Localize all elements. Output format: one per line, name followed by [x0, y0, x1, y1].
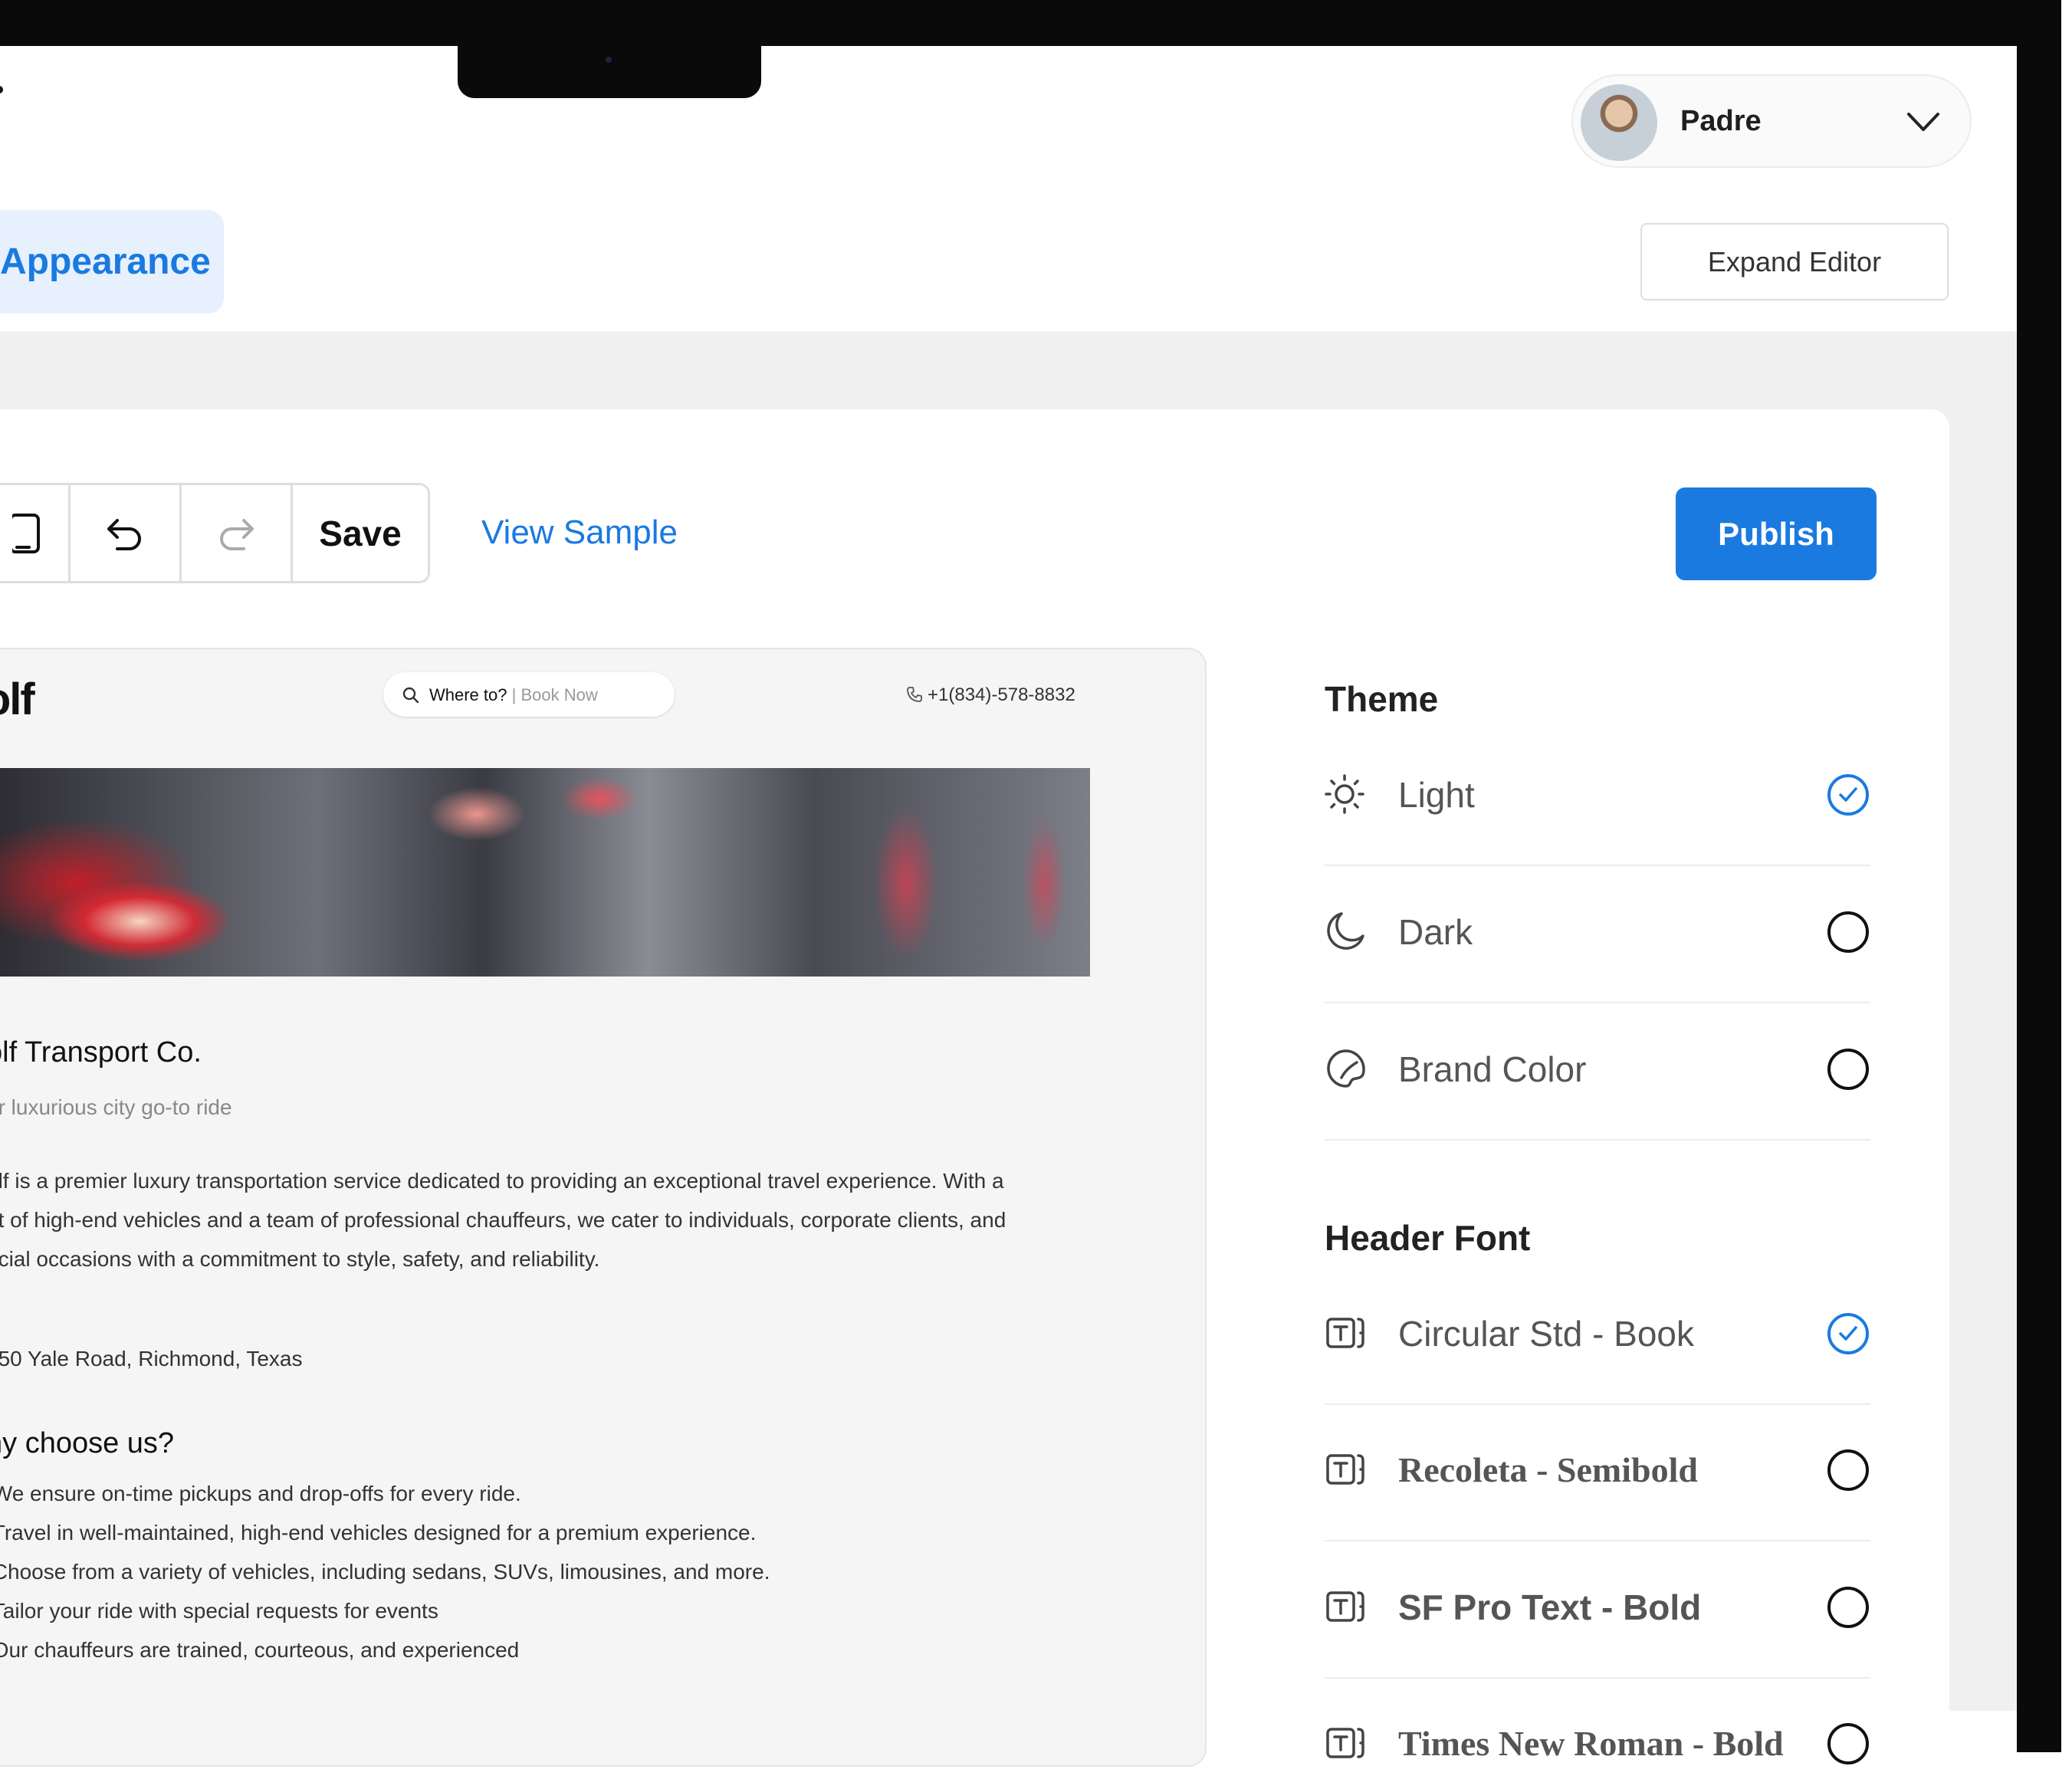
tab-appearance-label: Appearance: [0, 241, 211, 282]
publish-button[interactable]: Publish: [1676, 487, 1877, 580]
camera-icon: [606, 57, 612, 63]
theme-option-light[interactable]: Light: [1325, 730, 1870, 868]
save-button[interactable]: Save: [293, 485, 428, 581]
list-item: Travel in well-maintained, high-end vehi…: [0, 1521, 757, 1544]
font-icon: [1326, 1454, 1364, 1485]
font-icon: [1326, 1318, 1364, 1348]
preview-why-list: We ensure on-time pickups and drop-offs …: [0, 1474, 770, 1669]
font-option-label: Times New Roman - Bold: [1398, 1724, 1784, 1763]
preview-description: olf is a premier luxury transportation s…: [0, 1161, 1059, 1279]
preview-company-name: olf Transport Co.: [0, 1036, 202, 1068]
preview-search-placeholder: | Book Now: [511, 685, 598, 704]
font-option-recoleta[interactable]: Recoleta - Semibold: [1325, 1405, 1870, 1543]
divider: [1325, 1540, 1870, 1541]
divider: [1325, 865, 1870, 866]
tablet-icon: [12, 513, 40, 553]
site-preview: ɔlf Where to? | Book Now +1(834)-578-883…: [0, 648, 1207, 1767]
check-icon: [1839, 1326, 1857, 1341]
device-edge: [2061, 0, 2072, 1752]
radio-unchecked[interactable]: [1827, 1587, 1869, 1628]
list-item: We ensure on-time pickups and drop-offs …: [0, 1482, 521, 1505]
redo-icon: [220, 518, 254, 550]
save-label: Save: [319, 513, 402, 553]
theme-option-label: Light: [1398, 775, 1475, 815]
theme-option-dark[interactable]: Dark: [1325, 867, 1870, 1005]
user-menu[interactable]: Padre: [1571, 74, 1972, 168]
preview-logo: ɔlf: [0, 675, 35, 724]
radio-checked[interactable]: [1827, 1313, 1869, 1354]
font-option-times[interactable]: Times New Roman - Bold: [1325, 1679, 1870, 1764]
theme-option-label: Brand Color: [1398, 1049, 1587, 1089]
palette-icon: [1327, 1049, 1365, 1088]
preview-search-text: Where to?: [429, 685, 507, 704]
preview-description-line: et of high-end vehicles and a team of pr…: [0, 1208, 1006, 1232]
font-option-label: Circular Std - Book: [1398, 1314, 1695, 1354]
check-icon: [1839, 787, 1857, 802]
device-bezel-top: [0, 0, 2072, 46]
undo-button[interactable]: [71, 485, 179, 581]
preview-address: 450 Yale Road, Richmond, Texas: [0, 1347, 303, 1370]
expand-editor-button[interactable]: Expand Editor: [1640, 223, 1949, 300]
list-item: Our chauffeurs are trained, courteous, a…: [0, 1638, 520, 1662]
font-option-label: SF Pro Text - Bold: [1398, 1587, 1702, 1627]
preview-search-bar[interactable]: Where to? | Book Now: [383, 672, 675, 717]
list-item: Tailor your ride with special requests f…: [0, 1599, 438, 1623]
undo-icon: [107, 518, 141, 550]
radio-unchecked[interactable]: [1827, 1049, 1869, 1090]
radio-unchecked[interactable]: [1827, 1723, 1869, 1764]
tab-appearance[interactable]: Appearance: [0, 210, 224, 313]
phone-icon: [907, 687, 922, 702]
header-font-section-title: Header Font: [1325, 1218, 1531, 1258]
chevron-down-icon: [1907, 113, 1939, 131]
divider: [1325, 1139, 1870, 1141]
radio-checked[interactable]: [1827, 774, 1869, 816]
font-option-label: Recoleta - Semibold: [1398, 1450, 1698, 1489]
device-preview-button[interactable]: [0, 485, 68, 581]
search-icon: [402, 687, 419, 704]
font-option-sf-pro[interactable]: SF Pro Text - Bold: [1325, 1542, 1870, 1680]
view-sample-link[interactable]: View Sample: [481, 514, 678, 552]
editor-toolbar: Save: [0, 483, 430, 583]
preview-description-line: olf is a premier luxury transportation s…: [0, 1169, 1004, 1193]
preview-phone[interactable]: +1(834)-578-8832: [906, 684, 1075, 706]
radio-unchecked[interactable]: [1827, 911, 1869, 953]
radio-unchecked[interactable]: [1827, 1449, 1869, 1491]
preview-phone-number: +1(834)-578-8832: [928, 684, 1075, 705]
theme-option-brand-color[interactable]: Brand Color: [1325, 1004, 1870, 1142]
preview-tagline: ur luxurious city go-to ride: [0, 1095, 232, 1119]
theme-section-title: Theme: [1325, 679, 1439, 719]
sun-icon: [1325, 774, 1364, 814]
divider: [1325, 1002, 1870, 1003]
user-name: Padre: [1680, 105, 1762, 137]
font-option-circular[interactable]: Circular Std - Book: [1325, 1269, 1870, 1407]
preview-description-line: ecial occasions with a commitment to sty…: [0, 1247, 600, 1271]
camera-notch: [458, 31, 761, 98]
theme-option-label: Dark: [1398, 912, 1473, 952]
avatar: [1581, 84, 1657, 161]
moon-icon: [1327, 912, 1364, 950]
list-item: Choose from a variety of vehicles, inclu…: [0, 1560, 770, 1584]
redo-button[interactable]: [182, 485, 291, 581]
preview-why-title: hy choose us?: [0, 1427, 175, 1459]
font-icon: [1326, 1591, 1364, 1622]
font-icon: [1326, 1728, 1364, 1758]
preview-hero-image: [0, 768, 1090, 977]
